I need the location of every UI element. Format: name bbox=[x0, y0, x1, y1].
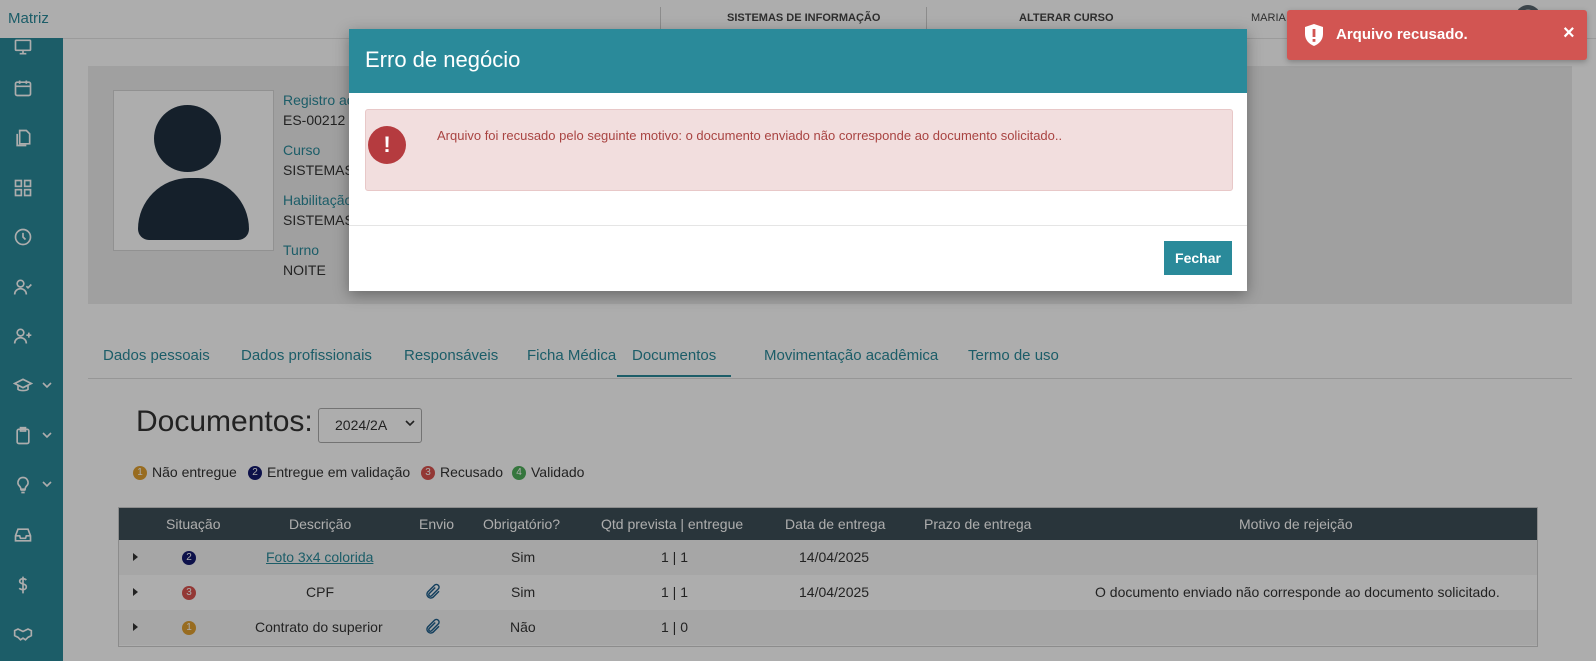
error-message: Arquivo foi recusado pelo seguinte motiv… bbox=[437, 128, 1063, 143]
dialog-title: Erro de negócio bbox=[365, 47, 521, 72]
exclamation-icon: ! bbox=[368, 126, 406, 164]
shield-alert-icon bbox=[1305, 24, 1323, 46]
close-button[interactable]: Fechar bbox=[1164, 241, 1232, 275]
error-alert: ! Arquivo foi recusado pelo seguinte mot… bbox=[365, 109, 1233, 191]
dialog-footer: Fechar bbox=[349, 225, 1247, 292]
close-icon[interactable]: × bbox=[1563, 22, 1575, 45]
toast-message: Arquivo recusado. bbox=[1336, 26, 1468, 43]
dialog-header: Erro de negócio bbox=[349, 29, 1247, 93]
error-toast: Arquivo recusado. × bbox=[1287, 10, 1587, 60]
error-dialog: Erro de negócio ! Arquivo foi recusado p… bbox=[349, 29, 1247, 291]
